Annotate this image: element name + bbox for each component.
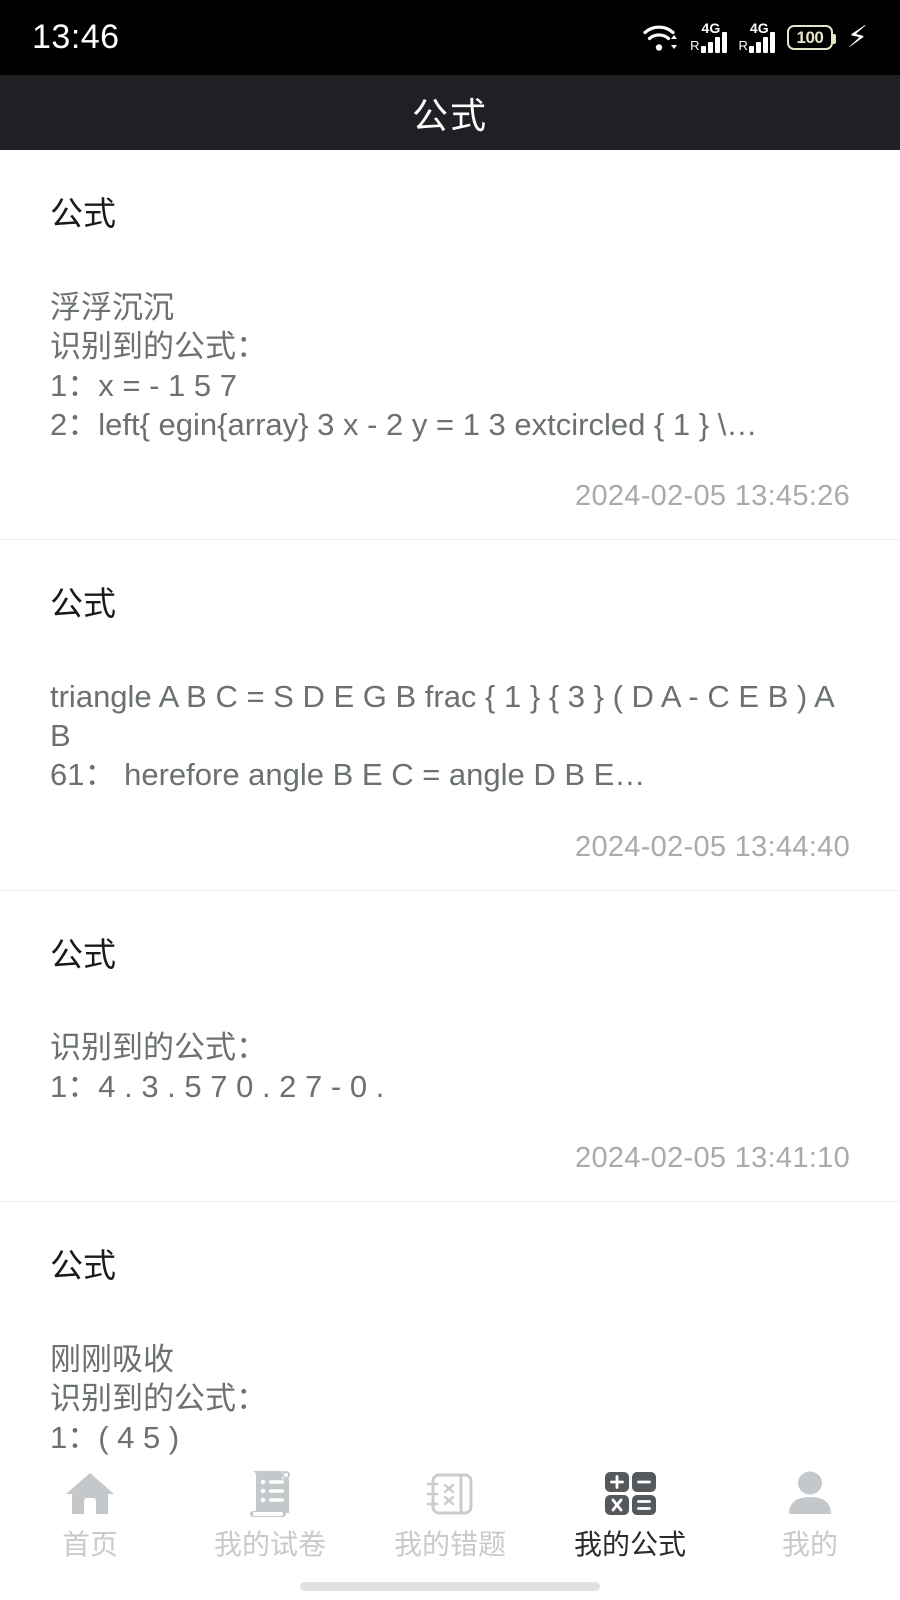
gesture-indicator-bar [300,1582,600,1591]
tab-wrong-questions[interactable]: 我的错题 [360,1463,540,1559]
list-item[interactable]: 公式 识别到的公式： 1：4 . 3 . 5 7 0 . 2 7 - 0 . 2… [0,890,900,1203]
person-icon [784,1463,836,1525]
card-timestamp: 2024-02-05 13:41:10 [575,1142,850,1175]
home-icon [63,1463,117,1525]
battery-level-label: 100 [796,27,824,47]
roaming-label-sim1: R [690,37,700,53]
tab-my-formulas[interactable]: 我的公式 [540,1463,720,1559]
network-type-label-sim2: 4G [749,19,769,36]
status-bar-icons: R 4G R 4G 100 ⚡ [642,19,868,54]
card-timestamp: 2024-02-05 13:45:26 [575,479,850,512]
tab-label-home: 首页 [61,1529,118,1560]
card-title: 公式 [50,584,116,622]
battery-icon: 100 [786,25,836,50]
notebook-icon [423,1463,477,1525]
page-title: 公式 [411,94,488,136]
status-bar: 13:46 R 4G R 4G 100 ⚡ [0,0,900,75]
signal-icon-sim1: R 4G [690,19,727,53]
tab-profile[interactable]: 我的 [720,1463,900,1559]
card-timestamp: 2024-02-05 13:44:40 [575,830,850,863]
card-body: 识别到的公式： 1：4 . 3 . 5 7 0 . 2 7 - 0 . [50,1030,385,1105]
tab-label-my-papers: 我的试卷 [213,1529,326,1560]
tab-label-my-formulas: 我的公式 [573,1529,686,1560]
card-title: 公式 [50,1247,116,1285]
tab-label-profile: 我的 [781,1529,838,1560]
formula-list[interactable]: 公式 浮浮沉沉 识别到的公式： 1：x = - 1 5 7 2：left{ eg… [0,150,900,1455]
list-item[interactable]: 公式 浮浮沉沉 识别到的公式： 1：x = - 1 5 7 2：left{ eg… [0,150,900,540]
app-header: 公式 [0,75,900,150]
wifi-icon [642,23,678,53]
tab-label-wrong-questions: 我的错题 [393,1529,506,1560]
roaming-label-sim2: R [738,37,748,53]
network-type-label-sim1: 4G [701,19,721,36]
charging-bolt-icon: ⚡ [846,20,868,54]
signal-icon-sim2: R 4G [738,19,775,53]
card-body: triangle A B C = S D E G B frac { 1 } { … [50,679,834,793]
scroll-icon [244,1463,296,1525]
card-title: 公式 [50,935,116,973]
status-bar-clock: 13:46 [32,18,120,56]
list-item[interactable]: 公式 triangle A B C = S D E G B frac { 1 }… [0,539,900,891]
list-item[interactable]: 公式 刚刚吸收 识别到的公式： 1：( 4 5 ) [0,1202,900,1455]
bottom-navigation-bar: 首页 我的试卷 我的错题 我的公式 我的 [0,1455,900,1600]
card-title: 公式 [50,195,116,232]
tab-home[interactable]: 首页 [0,1463,180,1559]
tab-my-papers[interactable]: 我的试卷 [180,1463,360,1559]
card-body: 刚刚吸收 识别到的公式： 1：( 4 5 ) [50,1341,267,1455]
phone-screen: 13:46 R 4G R 4G 100 ⚡ 公式 公式 浮浮沉沉 识别到的公式：… [0,0,900,1600]
card-body: 浮浮沉沉 识别到的公式： 1：x = - 1 5 7 2：left{ egin{… [50,289,758,442]
calculator-icon [602,1463,658,1525]
